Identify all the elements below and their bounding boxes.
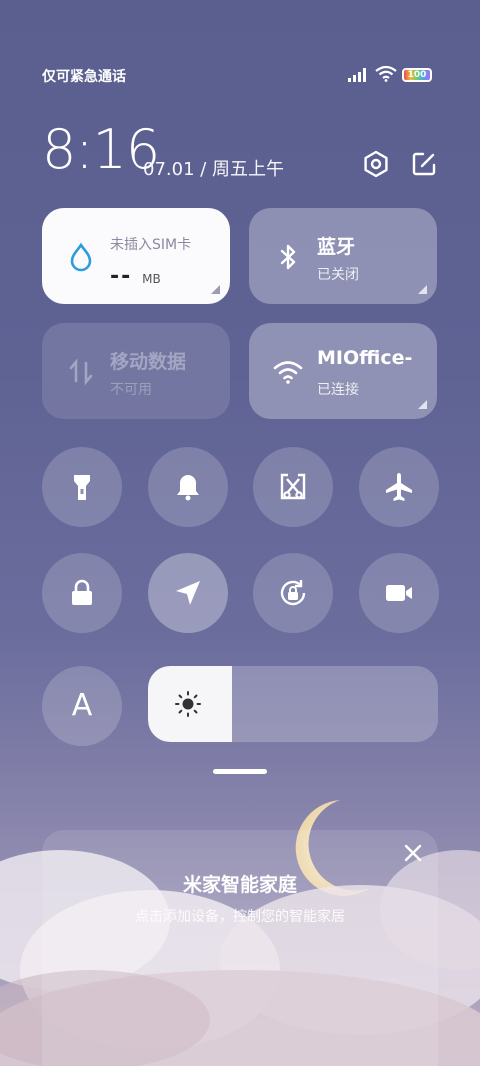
wifi-title: MIOffice- <box>317 347 413 369</box>
sun-icon <box>175 691 201 717</box>
mobile-data-title: 移动数据 <box>110 351 187 373</box>
video-icon <box>386 585 412 601</box>
screenshot-icon <box>280 473 306 500</box>
tile-expand-indicator <box>211 285 220 294</box>
flashlight-toggle[interactable] <box>42 447 122 527</box>
signal-icon <box>348 68 366 82</box>
data-tile-title: 未插入SIM卡 <box>110 237 192 253</box>
wifi-status: 已连接 <box>317 382 359 398</box>
data-usage-tile[interactable]: 未插入SIM卡 -- MB <box>42 208 230 304</box>
data-unit: MB <box>142 272 161 286</box>
bluetooth-title: 蓝牙 <box>317 236 356 258</box>
wifi-icon <box>273 361 303 384</box>
rotation-lock-icon <box>280 580 306 606</box>
lock-screen-toggle[interactable] <box>42 553 122 633</box>
mobile-data-tile[interactable]: 移动数据 不可用 <box>42 323 230 419</box>
bell-icon <box>177 475 199 501</box>
water-drop-icon <box>70 242 92 272</box>
screen-record-toggle[interactable] <box>359 553 439 633</box>
brightness-slider[interactable] <box>148 666 438 742</box>
smart-home-subtitle[interactable]: 点击添加设备，控制您的智能家居 <box>0 906 480 926</box>
auto-brightness-label: A <box>71 688 93 723</box>
mobile-data-status: 不可用 <box>110 382 152 398</box>
clock-time[interactable]: 8:16 <box>42 118 160 181</box>
location-icon <box>176 581 200 605</box>
location-toggle[interactable] <box>148 553 228 633</box>
smart-home-card[interactable] <box>42 830 438 1066</box>
ringer-toggle[interactable] <box>148 447 228 527</box>
edit-icon[interactable] <box>410 150 438 178</box>
data-value: -- <box>110 264 133 289</box>
close-icon[interactable] <box>402 842 424 864</box>
flashlight-icon <box>74 475 90 500</box>
mobile-data-icon <box>69 358 93 386</box>
bluetooth-status: 已关闭 <box>317 267 359 283</box>
airplane-icon <box>386 473 412 501</box>
wifi-status-icon <box>375 66 397 82</box>
data-tile-value: -- MB <box>110 264 161 289</box>
tile-expand-indicator <box>418 285 427 294</box>
bluetooth-icon <box>280 244 296 270</box>
battery-indicator: 100 <box>402 68 432 82</box>
smart-home-title: 米家智能家庭 <box>182 874 297 896</box>
screenshot-toggle[interactable] <box>253 447 333 527</box>
auto-brightness-button[interactable]: A <box>42 666 122 746</box>
settings-icon[interactable] <box>362 150 390 178</box>
carrier-status-text: 仅可紧急通话 <box>42 69 126 85</box>
rotation-lock-toggle[interactable] <box>253 553 333 633</box>
bluetooth-tile[interactable]: 蓝牙 已关闭 <box>249 208 437 304</box>
clock-date[interactable]: 07.01 / 周五上午 <box>143 155 284 181</box>
tile-expand-indicator <box>418 400 427 409</box>
wifi-tile[interactable]: MIOffice- 已连接 <box>249 323 437 419</box>
drag-handle[interactable] <box>213 769 267 774</box>
lock-icon <box>72 579 92 605</box>
airplane-toggle[interactable] <box>359 447 439 527</box>
